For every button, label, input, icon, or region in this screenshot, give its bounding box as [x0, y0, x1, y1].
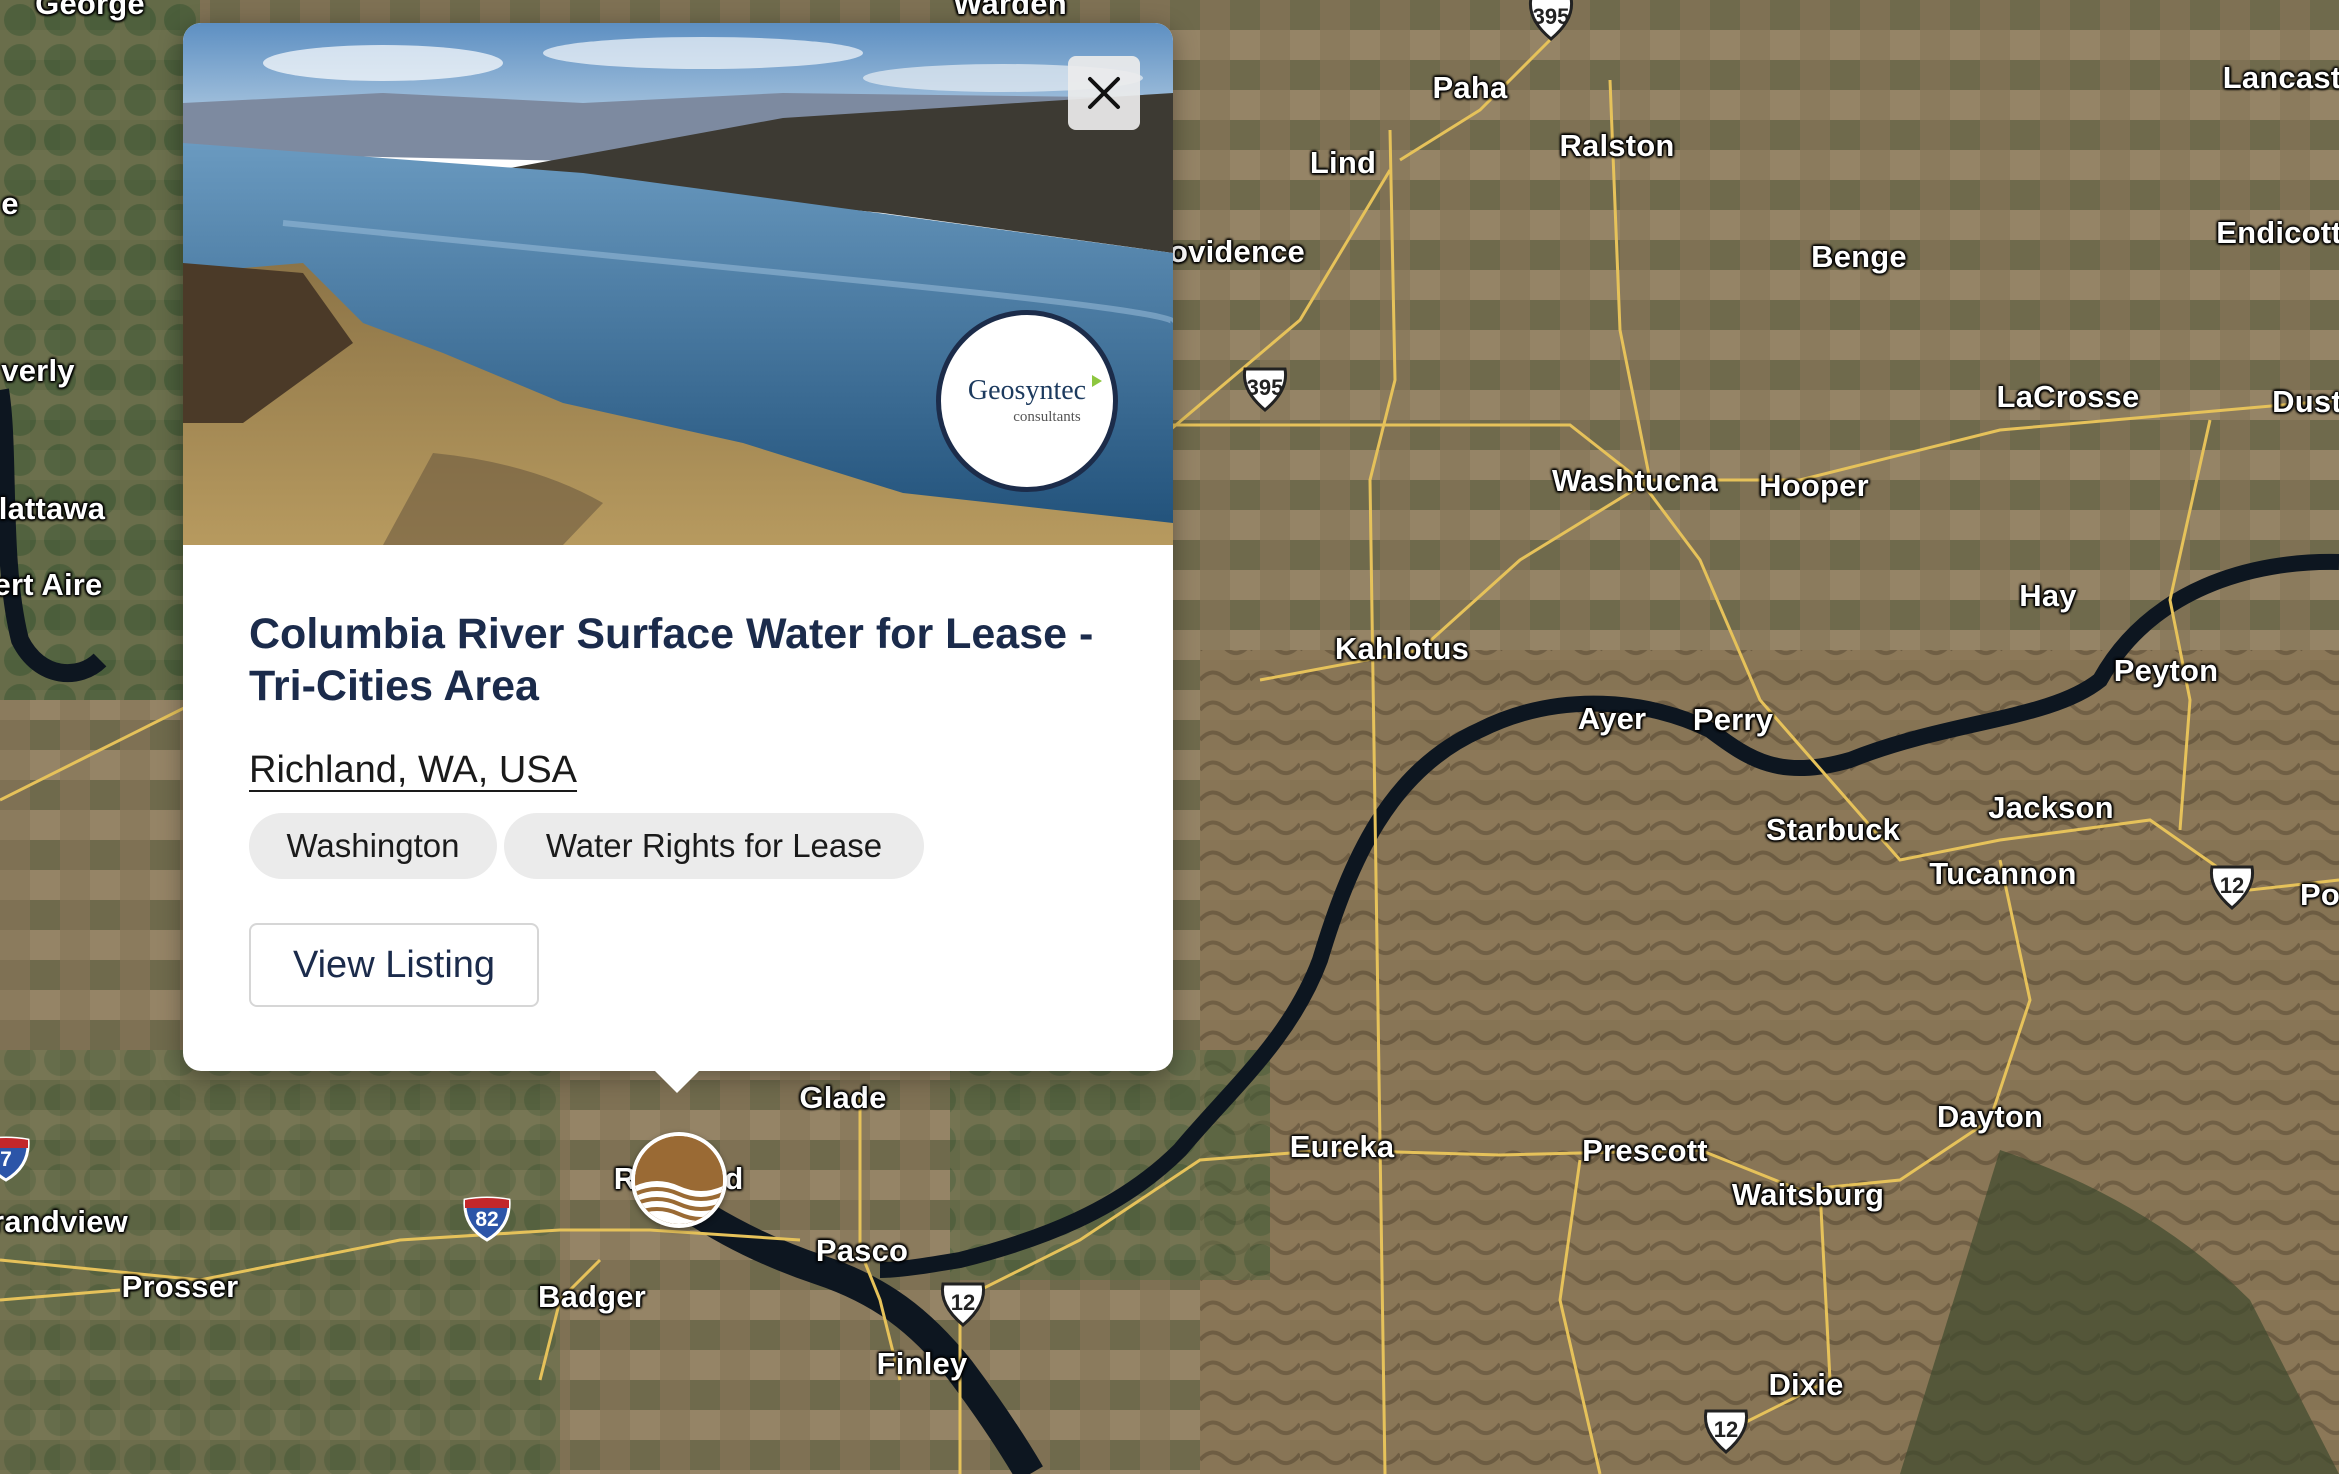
place-label: verly: [1, 353, 75, 388]
place-label: Dust: [2272, 384, 2339, 419]
route-number: 12: [1713, 1417, 1739, 1442]
view-listing-button[interactable]: View Listing: [249, 923, 539, 1007]
place-label: Kahlotus: [1334, 631, 1470, 666]
place-label: Paha: [1432, 70, 1508, 105]
route-number: 82: [475, 1208, 499, 1231]
place-label: Peyton: [2113, 653, 2219, 688]
place-label: Benge: [1811, 239, 1907, 274]
close-button[interactable]: [1068, 56, 1140, 130]
place-label: Hooper: [1759, 468, 1869, 503]
popup-pointer: [653, 1069, 701, 1093]
route-number: 7: [0, 1148, 12, 1171]
place-label: Starbuck: [1765, 812, 1901, 847]
place-label: Tucannon: [1929, 856, 2077, 891]
listing-marker[interactable]: [631, 1132, 727, 1228]
place-label: d: [724, 1161, 744, 1196]
place-label: Washtucna: [1551, 463, 1719, 498]
place-label: e: [1, 186, 19, 221]
listing-popup: Geosyntec consultants Columbia River Sur…: [183, 23, 1173, 1093]
place-label: Endicott: [2216, 215, 2339, 250]
place-label: Ralston: [1559, 128, 1675, 163]
place-label: Perry: [1692, 702, 1774, 737]
tag-category: Water Rights for Lease: [504, 813, 924, 879]
logo-subtitle: consultants: [1013, 408, 1081, 425]
water-waves-icon: [635, 1136, 723, 1224]
place-label: Badger: [537, 1279, 647, 1314]
close-icon: [1088, 77, 1120, 109]
place-label: Ayer: [1577, 701, 1647, 736]
place-label: ovidence: [1169, 234, 1305, 269]
us-route-shield-icon: 12: [2206, 864, 2258, 910]
listing-location-link[interactable]: Richland, WA, USA: [249, 749, 577, 792]
place-label: Prosser: [121, 1269, 239, 1304]
route-number: 395: [1532, 4, 1570, 29]
place-label: George: [35, 0, 145, 21]
us-route-shield-icon: 395: [1525, 0, 1577, 41]
place-label: Finley: [876, 1346, 968, 1381]
interstate-shield-icon: 7: [0, 1136, 32, 1182]
place-label: lattawa: [0, 491, 106, 526]
place-label: LaCrosse: [1996, 379, 2140, 414]
place-label: ert Aire: [0, 567, 103, 602]
place-label: Jackson: [1988, 790, 2114, 825]
place-label: Lancast: [2222, 60, 2339, 95]
us-route-shield-icon: 12: [1700, 1408, 1752, 1454]
place-label: Dixie: [1768, 1367, 1844, 1402]
place-label: Warden: [953, 0, 1067, 21]
place-label: Waitsburg: [1731, 1177, 1885, 1212]
route-number: 12: [2219, 873, 2245, 898]
place-label: Eureka: [1289, 1129, 1395, 1164]
route-number: 395: [1246, 375, 1284, 400]
logo-triangle-icon: [1092, 374, 1103, 387]
place-label: Po: [2299, 877, 2339, 912]
company-logo: Geosyntec consultants: [936, 310, 1118, 492]
place-label: Prescott: [1582, 1133, 1708, 1168]
place-label: Pasco: [815, 1233, 909, 1268]
us-route-shield-icon: 12: [937, 1281, 989, 1327]
listing-title: Columbia River Surface Water for Lease -…: [249, 610, 1094, 710]
interstate-shield-icon: 82: [461, 1196, 513, 1242]
logo-brand: Geosyntec: [968, 374, 1103, 405]
place-label: randview: [0, 1204, 128, 1239]
tag-state: Washington: [249, 813, 497, 879]
place-label: Glade: [799, 1080, 887, 1115]
us-route-shield-icon: 395: [1239, 366, 1291, 412]
place-label: Dayton: [1936, 1099, 2044, 1134]
route-number: 12: [950, 1290, 976, 1315]
place-label: Lind: [1309, 145, 1377, 180]
place-label: Hay: [2019, 578, 2077, 613]
